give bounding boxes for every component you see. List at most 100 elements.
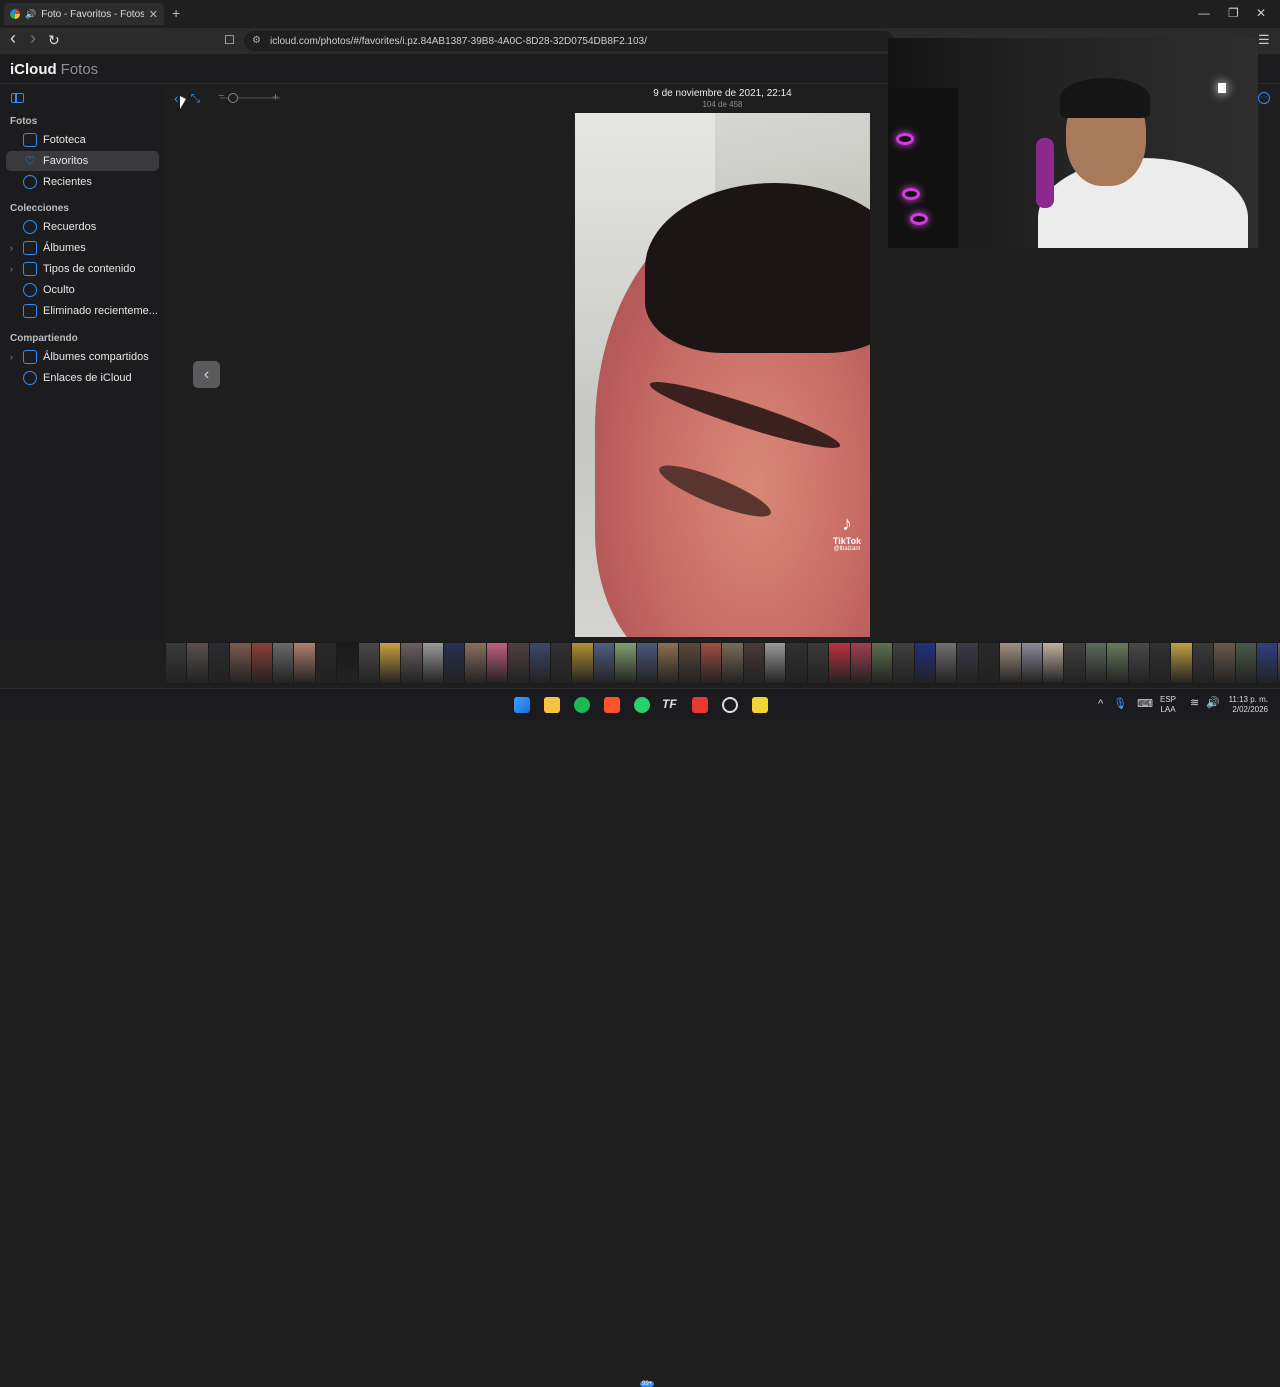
thumbnail[interactable] (1085, 643, 1107, 683)
thumbnail[interactable] (829, 643, 850, 683)
wifi-icon[interactable]: ≋ (1190, 696, 1199, 709)
thumbnail[interactable] (957, 643, 978, 683)
previous-photo-button[interactable]: ‹ (193, 361, 220, 388)
sidebar-item-recents[interactable]: Recientes (6, 172, 159, 192)
steam-icon[interactable] (722, 697, 738, 713)
whatsapp-icon[interactable] (634, 697, 650, 713)
sidebar-item-library[interactable]: Fototeca (6, 130, 159, 150)
thumbnail[interactable] (572, 643, 593, 683)
thumbnail[interactable] (936, 643, 957, 683)
forward-button[interactable]: › (30, 28, 36, 49)
thumbnail[interactable] (337, 643, 358, 683)
volume-icon[interactable]: 🔊 (1206, 696, 1220, 709)
site-info-icon[interactable]: ⚙ (252, 35, 261, 46)
toggle-sidebar-icon[interactable] (11, 93, 24, 103)
thumbnail[interactable] (444, 643, 465, 683)
keyboard-icon[interactable]: ⌨ (1137, 697, 1153, 710)
thumbnail[interactable] (208, 643, 230, 683)
red-app-icon[interactable] (692, 697, 708, 713)
thumbnail[interactable] (272, 643, 294, 683)
thumbnail[interactable] (1128, 643, 1149, 683)
minimize-button[interactable]: — (1198, 6, 1210, 20)
url-input[interactable]: ⚙ icloud.com/photos/#/favorites/i.pz.84A… (244, 31, 894, 51)
thumbnail[interactable] (1064, 643, 1085, 683)
thumbnail[interactable] (486, 643, 508, 683)
sticky-notes-icon[interactable] (752, 697, 768, 713)
thumbnail[interactable] (1256, 643, 1278, 683)
browser-tab[interactable]: 🔊 Foto - Favoritos - Fotos en iCl ✕ (4, 3, 164, 25)
thumbnail[interactable] (1043, 643, 1064, 683)
chevron-right-icon[interactable]: › (10, 352, 13, 362)
thumbnail[interactable] (529, 643, 551, 683)
sidebar-item-icloud-links[interactable]: Enlaces de iCloud (6, 368, 159, 388)
app-brand[interactable]: iCloud Fotos (10, 61, 98, 78)
thumbnail[interactable] (465, 643, 486, 683)
sidebar-item-favorites[interactable]: ♡ Favoritos (6, 151, 159, 171)
spotify-icon[interactable] (574, 697, 590, 713)
thumbnail[interactable] (1149, 643, 1171, 683)
sidebar-item-media-types[interactable]: › Tipos de contenido (6, 259, 159, 279)
zoom-out-icon[interactable]: − (218, 90, 224, 102)
thumbnail[interactable] (1192, 643, 1214, 683)
sidebar-item-recently-deleted[interactable]: Eliminado recienteme... (6, 301, 159, 321)
thumbnail[interactable] (251, 643, 272, 683)
thumbnail[interactable] (551, 643, 572, 683)
thumbnail[interactable] (508, 643, 529, 683)
chevron-right-icon[interactable]: › (10, 264, 13, 274)
sidebar-item-shared-albums[interactable]: › Álbumes compartidos (6, 347, 159, 367)
thumbnail[interactable] (914, 643, 936, 683)
zoom-slider-knob[interactable] (228, 93, 238, 103)
zoom-in-icon[interactable]: + (272, 90, 279, 104)
thumbnail[interactable] (1107, 643, 1128, 683)
bookmark-icon[interactable]: ☐ (224, 33, 235, 47)
thumbnail[interactable] (422, 643, 444, 683)
thumbnail[interactable] (166, 643, 187, 683)
thumbnail[interactable] (1214, 643, 1235, 683)
close-window-button[interactable]: ✕ (1256, 6, 1266, 20)
sidebar-item-memories[interactable]: Recuerdos (6, 217, 159, 237)
maximize-button[interactable]: ❐ (1228, 6, 1239, 20)
sidebar-item-albums[interactable]: › Álbumes (6, 238, 159, 258)
back-button[interactable]: ‹ (10, 28, 16, 49)
thumbnail[interactable] (1021, 643, 1043, 683)
expand-icon[interactable]: ⤡ (191, 91, 201, 106)
reload-button[interactable]: ↻ (48, 32, 60, 49)
thumbnail[interactable] (722, 643, 743, 683)
thumbnail[interactable] (615, 643, 636, 683)
thumbnail[interactable] (401, 643, 422, 683)
thumbnail[interactable] (850, 643, 871, 683)
brave-icon[interactable] (604, 697, 620, 713)
info-icon[interactable]: ··· (1258, 92, 1270, 104)
file-explorer-icon[interactable] (544, 697, 560, 713)
chevron-right-icon[interactable]: › (10, 243, 13, 253)
thumbnail-strip[interactable] (166, 642, 1280, 684)
system-clock[interactable]: 11:13 p. m. 2/02/2026 (1222, 695, 1268, 715)
thumbnail[interactable] (871, 643, 893, 683)
thumbnail[interactable] (764, 643, 786, 683)
thumbnail[interactable] (893, 643, 914, 683)
thumbnail[interactable] (743, 643, 764, 683)
thumbnail[interactable] (786, 643, 807, 683)
thumbnail[interactable] (978, 643, 1000, 683)
thumbnail[interactable] (358, 643, 379, 683)
tab-close-icon[interactable]: ✕ (149, 8, 158, 21)
back-to-grid-icon[interactable]: ‹ (174, 90, 179, 106)
thumbnail[interactable] (379, 643, 401, 683)
thumbnail[interactable] (1235, 643, 1256, 683)
thumbnail[interactable] (230, 643, 251, 683)
thumbnail[interactable] (636, 643, 657, 683)
thumbnail[interactable] (1000, 643, 1021, 683)
thumbnail[interactable] (807, 643, 829, 683)
tf-app-icon[interactable]: TF (662, 697, 678, 713)
thumbnail[interactable] (700, 643, 722, 683)
start-icon[interactable] (514, 697, 530, 713)
thumbnail[interactable] (679, 643, 700, 683)
thumbnail[interactable] (1171, 643, 1192, 683)
thumbnail[interactable] (294, 643, 315, 683)
thumbnail[interactable] (187, 643, 208, 683)
new-tab-button[interactable]: + (172, 5, 180, 21)
microphone-icon[interactable]: 🎙 (1113, 697, 1127, 710)
sidebar-item-hidden[interactable]: Oculto (6, 280, 159, 300)
thumbnail[interactable] (315, 643, 337, 683)
thumbnail[interactable] (593, 643, 615, 683)
